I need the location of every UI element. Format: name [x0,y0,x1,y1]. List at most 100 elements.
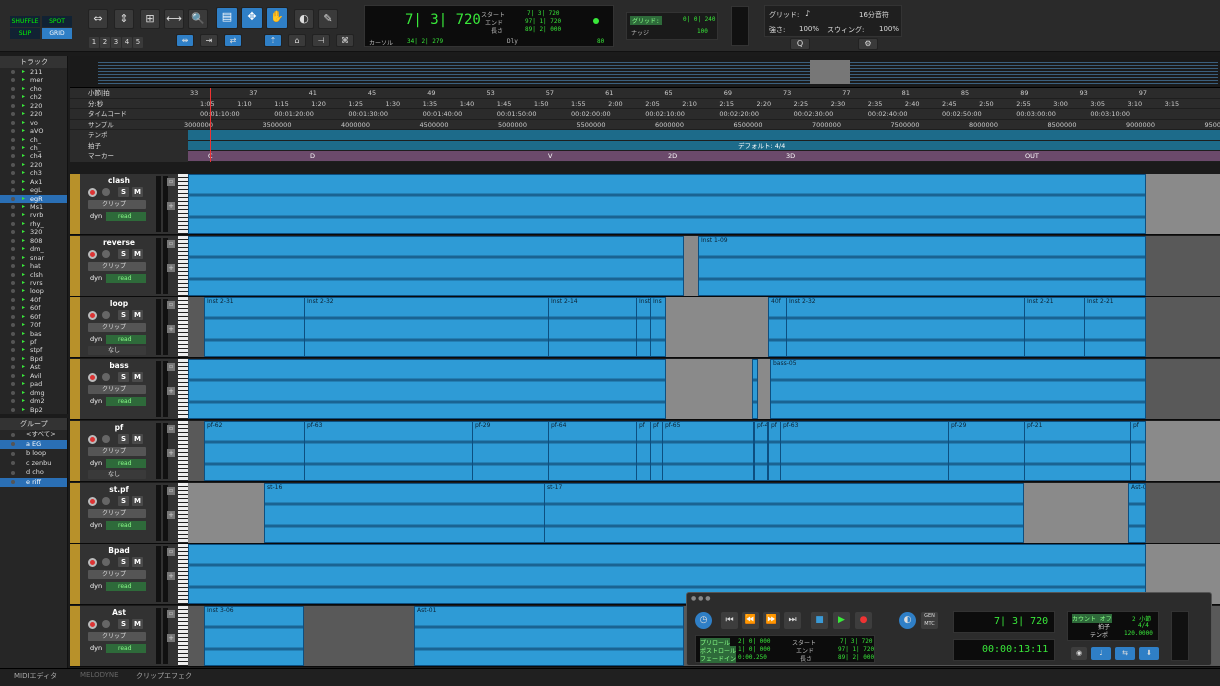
record-arm-button[interactable] [88,249,97,259]
visibility-dot-icon[interactable] [11,129,15,134]
track-expand-icon[interactable]: ▫ [167,424,175,433]
track-name[interactable]: st.pf [86,485,152,494]
automation-mode-selector[interactable]: read [106,212,146,221]
online-icon[interactable]: ◷ [695,612,712,629]
clip[interactable]: Ast-01 [414,605,684,666]
mini-keyboard[interactable] [178,420,188,481]
record-arm-button[interactable] [88,496,97,506]
visibility-dot-icon[interactable] [11,272,15,277]
solo-button[interactable]: S [118,618,129,629]
visibility-dot-icon[interactable] [11,255,15,260]
zoom-toggle-icon[interactable]: ⊞ [140,9,160,29]
mute-button[interactable]: M [132,372,143,383]
track-list-item[interactable]: ▸ Ms1 [0,203,67,211]
visibility-dot-icon[interactable] [11,213,15,218]
delay-label[interactable]: Dly [507,38,518,45]
play-icon[interactable]: ▶ [833,612,850,629]
transport-sub-counter[interactable]: 00:00:13:11 [953,639,1055,661]
add-lane-icon[interactable]: + [167,448,175,457]
clip[interactable]: st-17 [544,482,1024,543]
group-list-item[interactable]: e riff [0,477,67,487]
visibility-dot-icon[interactable] [11,145,15,150]
input-monitor-button[interactable] [102,558,110,567]
track-list-item[interactable]: ▸ Bpd [0,355,67,363]
strength-value[interactable]: 100% [799,25,819,33]
track-list-item[interactable]: ▸ ch_ [0,144,67,152]
shuffle-mode-button[interactable]: SHUFFLE [10,16,40,27]
track-list-item[interactable]: ▸ 320 [0,228,67,236]
tab-transient-icon[interactable]: ⇥ [200,34,218,47]
track-list-item[interactable]: ▸ hat [0,262,67,270]
solo-button[interactable]: S [118,372,129,383]
track-list-item[interactable]: ▸ Avil [0,372,67,380]
track-list-item[interactable]: ▸ bas [0,330,67,338]
track-list-item[interactable]: ▸ pad [0,380,67,388]
solo-button[interactable]: S [118,310,129,321]
record-icon[interactable]: ● [855,612,872,629]
track-name[interactable]: Ast [86,608,152,617]
track-lane[interactable]: pf-62 pf-63 pf-29 pf-64 pf pf pf-65 pf-4 pf pf-63… [188,420,1220,481]
playhead-icon[interactable]: ⊣ [312,34,330,47]
track-list-item[interactable]: ▸ dm_ [0,245,67,253]
visibility-dot-icon[interactable] [11,171,15,176]
track-expand-icon[interactable]: ▫ [167,363,175,372]
dyn-label[interactable]: dyn [90,274,102,282]
visibility-dot-icon[interactable] [11,323,15,328]
track-list-item[interactable]: ▸ vo [0,119,67,127]
input-monitor-button[interactable] [102,496,110,505]
track-list-item[interactable]: ▸ ch_ [0,136,67,144]
track-view-selector[interactable]: クリップ [88,261,146,271]
grid-mode-button[interactable]: GRID [42,28,72,39]
loop-record-icon[interactable]: ◉ [1071,647,1087,660]
spot-mode-button[interactable]: SPOT [42,16,72,27]
automation-mode-selector[interactable]: read [106,397,146,407]
input-monitor-button[interactable] [102,373,110,382]
visibility-dot-icon[interactable] [11,120,15,125]
marker[interactable]: 2D [668,151,677,162]
mute-button[interactable]: M [132,187,143,197]
visibility-dot-icon[interactable] [11,112,15,117]
visibility-dot-icon[interactable] [11,95,15,100]
add-lane-icon[interactable]: + [167,325,175,334]
slip-mode-button[interactable]: SLIP [10,28,40,39]
solo-button[interactable]: S [118,557,129,568]
track-expand-icon[interactable]: ▫ [167,301,175,310]
track-view-selector[interactable]: クリップ [88,631,146,641]
dyn-label[interactable]: dyn [90,582,102,590]
swing-value[interactable]: 100% [879,25,899,33]
main-counter-value[interactable]: 7| 3| 720 [405,12,481,28]
track-list-item[interactable]: ▸ rvrb [0,211,67,219]
visibility-dot-icon[interactable] [11,188,15,193]
track-name[interactable]: bass [86,361,152,370]
group-list-item[interactable]: <すべて> [0,430,67,440]
track-expand-icon[interactable]: ▫ [167,609,175,618]
solo-button[interactable]: S [118,187,129,197]
visibility-dot-icon[interactable] [11,390,15,395]
record-arm-button[interactable] [88,373,97,383]
dyn-label[interactable]: dyn [90,459,102,467]
track-name[interactable]: loop [86,299,152,308]
track-list-item[interactable]: ▸ Bp2 [0,406,67,414]
gen-mtc-button[interactable]: GEN MTC [921,612,938,629]
transport-meter-value[interactable]: 4/4 [1138,622,1149,629]
tab-midi-editor[interactable]: MIDIエディタ [14,671,57,681]
track-list-item[interactable]: ▸ cho [0,85,67,93]
trim-tool-icon[interactable]: ⟷ [164,9,184,29]
visibility-dot-icon[interactable] [11,407,15,412]
input-monitor-button[interactable] [102,434,110,443]
mute-button[interactable]: M [132,495,143,506]
track-view-selector[interactable]: クリップ [88,508,146,518]
clip[interactable]: pf [1130,420,1146,481]
grid-value[interactable]: 16分音符 [859,10,889,20]
zoom-preset-5[interactable]: 5 [133,37,143,48]
track-list-item[interactable]: ▸ mer [0,76,67,84]
mini-keyboard[interactable] [178,359,188,420]
visibility-dot-icon[interactable] [11,103,15,108]
visibility-dot-icon[interactable] [11,137,15,142]
mini-keyboard[interactable] [178,482,188,543]
visibility-dot-icon[interactable] [11,365,15,370]
grabber-tool-icon[interactable]: ✥ [241,7,263,29]
transport-main-counter[interactable]: 7| 3| 720 [953,611,1055,633]
tempo-icon[interactable]: ⬇ [1139,647,1159,660]
visibility-dot-icon[interactable] [11,280,15,285]
